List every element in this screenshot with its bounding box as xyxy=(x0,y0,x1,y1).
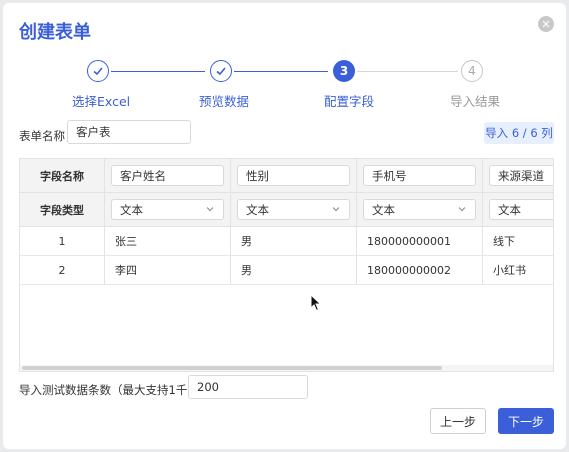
step-3-label: 配置字段 xyxy=(324,94,375,109)
table-cell: 李四 xyxy=(105,256,231,284)
step-4-number: 4 xyxy=(461,60,483,82)
field-name-input[interactable]: 来源渠道 xyxy=(489,165,553,186)
field-type-select[interactable]: 文本 xyxy=(489,199,553,220)
table-cell: 线下 xyxy=(483,227,553,255)
field-type-value: 文本 xyxy=(498,202,521,217)
scrollbar-thumb[interactable] xyxy=(22,366,442,370)
form-name-label: 表单名称 xyxy=(19,129,65,143)
step-1-label: 选择Excel xyxy=(72,94,131,109)
field-name-input[interactable]: 手机号 xyxy=(363,165,476,186)
field-type-value: 文本 xyxy=(246,202,269,217)
form-name-input[interactable] xyxy=(67,120,191,144)
field-type-cell: 文本 xyxy=(231,193,357,226)
field-name-cell: 客户姓名 xyxy=(105,159,231,192)
chevron-down-icon xyxy=(206,206,214,211)
row-index: 1 xyxy=(20,227,105,255)
step-3-number: 3 xyxy=(333,60,355,82)
close-icon[interactable]: ✕ xyxy=(538,16,554,32)
step-connector xyxy=(111,71,205,72)
field-name-header: 字段名称 xyxy=(20,159,105,192)
horizontal-scrollbar[interactable] xyxy=(20,365,553,371)
table-row: 1 张三 男 180000000001 线下 xyxy=(20,227,553,256)
step-connector xyxy=(357,71,458,72)
create-form-dialog: 创建表单 ✕ 3 4 选择Excel 预览数据 配置字段 导入结果 表单名称 导… xyxy=(3,3,566,449)
table-cell: 180000000002 xyxy=(357,256,483,284)
table-cell: 180000000001 xyxy=(357,227,483,255)
field-type-value: 文本 xyxy=(120,202,143,217)
field-name-input[interactable]: 客户姓名 xyxy=(111,165,224,186)
field-type-select[interactable]: 文本 xyxy=(111,199,224,220)
field-type-header: 字段类型 xyxy=(20,193,105,226)
row-index: 2 xyxy=(20,256,105,284)
dialog-title: 创建表单 xyxy=(19,22,91,43)
chevron-down-icon xyxy=(332,206,340,211)
field-name-cell: 手机号 xyxy=(357,159,483,192)
field-type-value: 文本 xyxy=(372,202,395,217)
prev-step-button[interactable]: 上一步 xyxy=(430,408,486,434)
field-name-cell: 来源渠道 xyxy=(483,159,553,192)
table-cell: 男 xyxy=(231,256,357,284)
import-count-badge: 导入 6 / 6 列 xyxy=(484,122,554,144)
field-name-cell: 性别 xyxy=(231,159,357,192)
test-count-input[interactable] xyxy=(188,375,308,399)
mouse-cursor-icon xyxy=(310,294,322,312)
field-type-cell: 文本 xyxy=(105,193,231,226)
field-type-row: 字段类型 文本 文本 文本 文本 xyxy=(20,193,553,227)
table-cell: 张三 xyxy=(105,227,231,255)
field-type-select[interactable]: 文本 xyxy=(237,199,350,220)
chevron-down-icon xyxy=(458,206,466,211)
table-cell: 男 xyxy=(231,227,357,255)
field-config-table: 字段名称 客户姓名 性别 手机号 来源渠道 字段类型 文本 文本 文本 文本 1… xyxy=(19,158,554,372)
field-type-select[interactable]: 文本 xyxy=(363,199,476,220)
field-name-row: 字段名称 客户姓名 性别 手机号 来源渠道 xyxy=(20,159,553,193)
field-type-cell: 文本 xyxy=(483,193,553,226)
table-cell: 小红书 xyxy=(483,256,553,284)
step-2-check-icon xyxy=(210,60,232,82)
next-step-button[interactable]: 下一步 xyxy=(498,408,554,434)
step-1-check-icon xyxy=(87,60,109,82)
field-name-input[interactable]: 性别 xyxy=(237,165,350,186)
step-2-label: 预览数据 xyxy=(199,94,250,109)
step-4-label: 导入结果 xyxy=(450,94,501,109)
table-row: 2 李四 男 180000000002 小红书 xyxy=(20,256,553,285)
test-count-label: 导入测试数据条数（最大支持1千条） xyxy=(19,383,211,397)
field-type-cell: 文本 xyxy=(357,193,483,226)
step-connector xyxy=(234,71,328,72)
